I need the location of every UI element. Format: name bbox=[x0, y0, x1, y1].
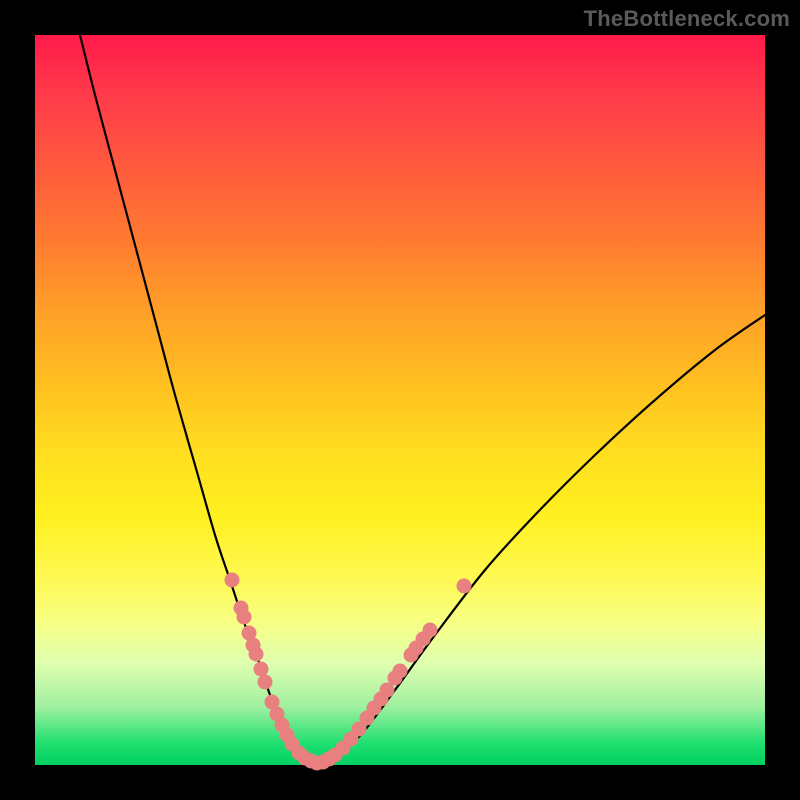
highlight-dot bbox=[254, 662, 269, 677]
highlight-dot bbox=[393, 664, 408, 679]
highlight-dot bbox=[423, 623, 438, 638]
highlight-dots bbox=[225, 573, 472, 771]
highlight-dot bbox=[457, 579, 472, 594]
curve-path bbox=[80, 35, 765, 763]
bottleneck-curve bbox=[80, 35, 765, 763]
highlight-dot bbox=[237, 610, 252, 625]
plot-area bbox=[35, 35, 765, 765]
highlight-dot bbox=[225, 573, 240, 588]
chart-frame: TheBottleneck.com bbox=[0, 0, 800, 800]
highlight-dot bbox=[258, 675, 273, 690]
curve-svg bbox=[35, 35, 765, 765]
watermark-label: TheBottleneck.com bbox=[584, 6, 790, 32]
highlight-dot bbox=[249, 647, 264, 662]
